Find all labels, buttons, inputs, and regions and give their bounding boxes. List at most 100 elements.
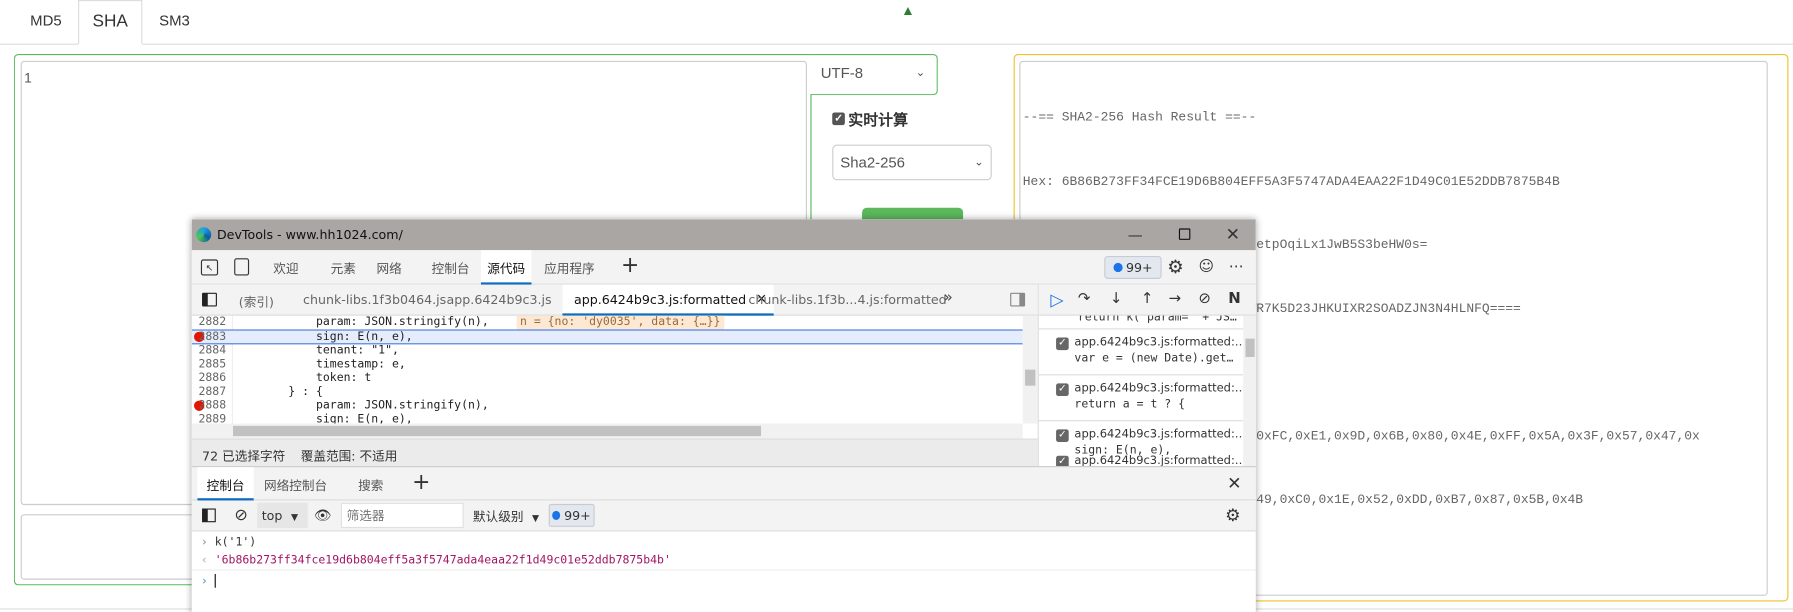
close-drawer-icon[interactable]: ✕ [1227,473,1241,494]
tab-network[interactable]: 网络 [377,259,402,277]
prompt-chevron-icon: › [200,536,208,549]
breakpoint-item[interactable]: ✓ app.6424b9c3.js:formatted:… [1039,448,1246,467]
toggle-debugger-icon[interactable] [1010,292,1026,307]
selection-status: 72 已选择字符 [202,448,286,464]
console-output[interactable]: › k('1') ‹ '6b86b273ff34fce19d6b804eff5a… [191,531,1256,612]
drawer-tab-network-console[interactable]: 网络控制台 [264,476,327,494]
issues-badge[interactable]: 99+ [1104,255,1162,279]
devtools-toolbar: ↖ 欢迎 元素 网络 控制台 源代码 应用程序 + 99+ ⚙ ☺ ⋯ [191,250,1256,285]
drawer-tab-console[interactable]: 控制台 [197,467,254,501]
breakpoint-file: app.6424b9c3.js:formatted:… [1074,336,1247,349]
file-tab-active[interactable]: app.6424b9c3.js:formatted ✕ [562,284,774,316]
inspect-icon[interactable]: ↖ [200,259,219,276]
tab-md5[interactable]: MD5 [14,0,78,45]
message-icon [1113,262,1123,273]
code-line: 2885 timestamp: e, [198,358,406,371]
log-level-select[interactable]: 默认级别 ▼ [473,507,539,525]
resume-icon[interactable]: ▷ [1050,289,1063,310]
scroll-thumb[interactable] [1245,338,1255,357]
chevron-up-icon[interactable]: ▲ [899,2,917,18]
context-select[interactable]: top ▼ [257,502,308,529]
breakpoint-code: var e = (new Date).get… [1074,352,1234,366]
tab-sm3[interactable]: SM3 [142,0,206,45]
file-tab[interactable]: chunk-libs.1f3b...4.js:formatted [748,293,946,308]
file-tab[interactable]: app.6424b9c3.js [447,293,552,308]
console-filter-input[interactable] [340,502,464,529]
device-toggle-icon[interactable] [234,258,250,276]
add-tab-icon[interactable]: + [412,469,430,494]
code-editor[interactable]: 2882 param: JSON.stringify(n), n = {no: '… [191,315,1023,424]
checkbox-checked-icon[interactable]: ✓ [1056,455,1069,467]
scroll-thumb[interactable] [1025,369,1036,386]
step-into-icon[interactable]: ↓ [1110,290,1123,307]
drawer-tabs: 控制台 网络控制台 搜索 + ✕ [191,466,1256,501]
step-icon[interactable]: → [1169,290,1182,307]
breakpoint-code: return a = t ? { [1074,398,1186,411]
debugger-toolbar: ▷ ↷ ↓ ↑ → ⊘ N [1038,284,1256,316]
feedback-icon[interactable]: ☺ [1195,255,1218,278]
tab-welcome[interactable]: 欢迎 [273,259,298,277]
checkbox-checked-icon[interactable]: ✓ [1056,337,1069,351]
checkbox-checked-icon[interactable]: ✓ [1056,429,1069,442]
checkbox-checked-icon[interactable]: ✓ [1056,383,1069,397]
encoding-select[interactable]: UTF-8 ⌄ [813,57,935,91]
close-icon[interactable]: ✕ [1221,223,1244,246]
scroll-thumb[interactable] [233,425,762,437]
console-prompt[interactable]: › [201,573,216,588]
result-line: --== SHA2-256 Hash Result ==-- [1022,111,1257,126]
clear-console-icon[interactable]: ⊘ [232,506,250,524]
minimize-icon[interactable]: — [1124,224,1147,247]
code-line: 2882 param: JSON.stringify(n), n = {no: '… [192,315,1023,330]
inline-value: n = {no: 'dy0035', data: {…}} [516,315,724,330]
horizontal-scrollbar[interactable] [191,423,1023,439]
devtools-window: DevTools - www.hh1024.com/ — ✕ ↖ 欢迎 元素 网… [191,219,1256,612]
tab-elements[interactable]: 元素 [331,259,356,277]
file-tabs: (索引) chunk-libs.1f3b0464.js app.6424b9c3… [191,284,1038,316]
file-tab-label: app.6424b9c3.js:formatted [573,292,747,308]
breakpoint-item[interactable]: return k("param=" + JS… [1038,316,1244,330]
context-value: top [261,508,283,524]
toggle-sidebar-icon[interactable] [202,508,216,523]
toggle-navigator-icon[interactable] [202,292,217,307]
code-line: 2887 } : { [198,385,323,399]
maximize-icon[interactable] [1178,228,1191,240]
breakpoint-file: app.6424b9c3.js:formatted:… [1074,382,1247,395]
tab-sha[interactable]: SHA [78,0,143,45]
console-settings-icon[interactable]: ⚙ [1223,505,1244,526]
code-line: 2888 param: JSON.stringify(n), [192,399,1023,413]
more-options-icon[interactable]: ⋯ [1225,255,1248,278]
pause-exceptions-icon[interactable]: N [1228,290,1241,307]
realtime-checkbox[interactable]: ✓ 实时计算 [832,108,908,130]
code-line: 2884 tenant: "1", [198,344,399,357]
breakpoints-list: return k("param=" + JS… ✓ app.6424b9c3.js… [1038,315,1256,467]
chevron-down-icon: ⌄ [974,156,984,169]
tab-bar-divider [0,43,1793,45]
deactivate-breakpoints-icon[interactable]: ⊘ [1198,290,1211,307]
vertical-scrollbar[interactable] [1243,315,1256,467]
algorithm-select[interactable]: Sha2-256 ⌄ [832,144,992,181]
text-cursor [214,573,216,588]
step-over-icon[interactable]: ↷ [1078,290,1091,307]
devtools-title: DevTools - www.hh1024.com/ [216,227,403,243]
add-tab-icon[interactable]: + [621,253,639,278]
file-tab[interactable]: chunk-libs.1f3b0464.js [303,293,446,308]
live-expression-icon[interactable]: 👁 [313,506,331,524]
tab-console[interactable]: 控制台 [432,259,470,277]
devtools-titlebar[interactable]: DevTools - www.hh1024.com/ — ✕ [191,219,1256,251]
more-tabs-icon[interactable]: » [944,289,953,306]
breakpoint-item[interactable]: ✓ app.6424b9c3.js:formatted:… var e = (new… [1038,329,1247,376]
console-issues-badge[interactable]: 99+ [548,503,595,527]
message-icon [552,510,561,520]
tab-application[interactable]: 应用程序 [544,259,595,277]
vertical-scrollbar[interactable] [1022,315,1038,424]
settings-icon[interactable]: ⚙ [1164,255,1187,278]
realtime-label: 实时计算 [848,111,909,129]
coverage-status: 覆盖范围: 不适用 [300,448,398,464]
file-tab[interactable]: (索引) [239,293,274,311]
tab-sources[interactable]: 源代码 [480,250,532,285]
drawer-tab-search[interactable]: 搜索 [358,476,383,494]
editor-status-bar: 72 已选择字符 覆盖范围: 不适用 [191,438,1038,467]
breakpoint-item[interactable]: ✓ app.6424b9c3.js:formatted:… return a = t… [1038,375,1247,422]
step-out-icon[interactable]: ↑ [1141,290,1154,307]
result-chevron-icon: ‹ [200,554,208,568]
